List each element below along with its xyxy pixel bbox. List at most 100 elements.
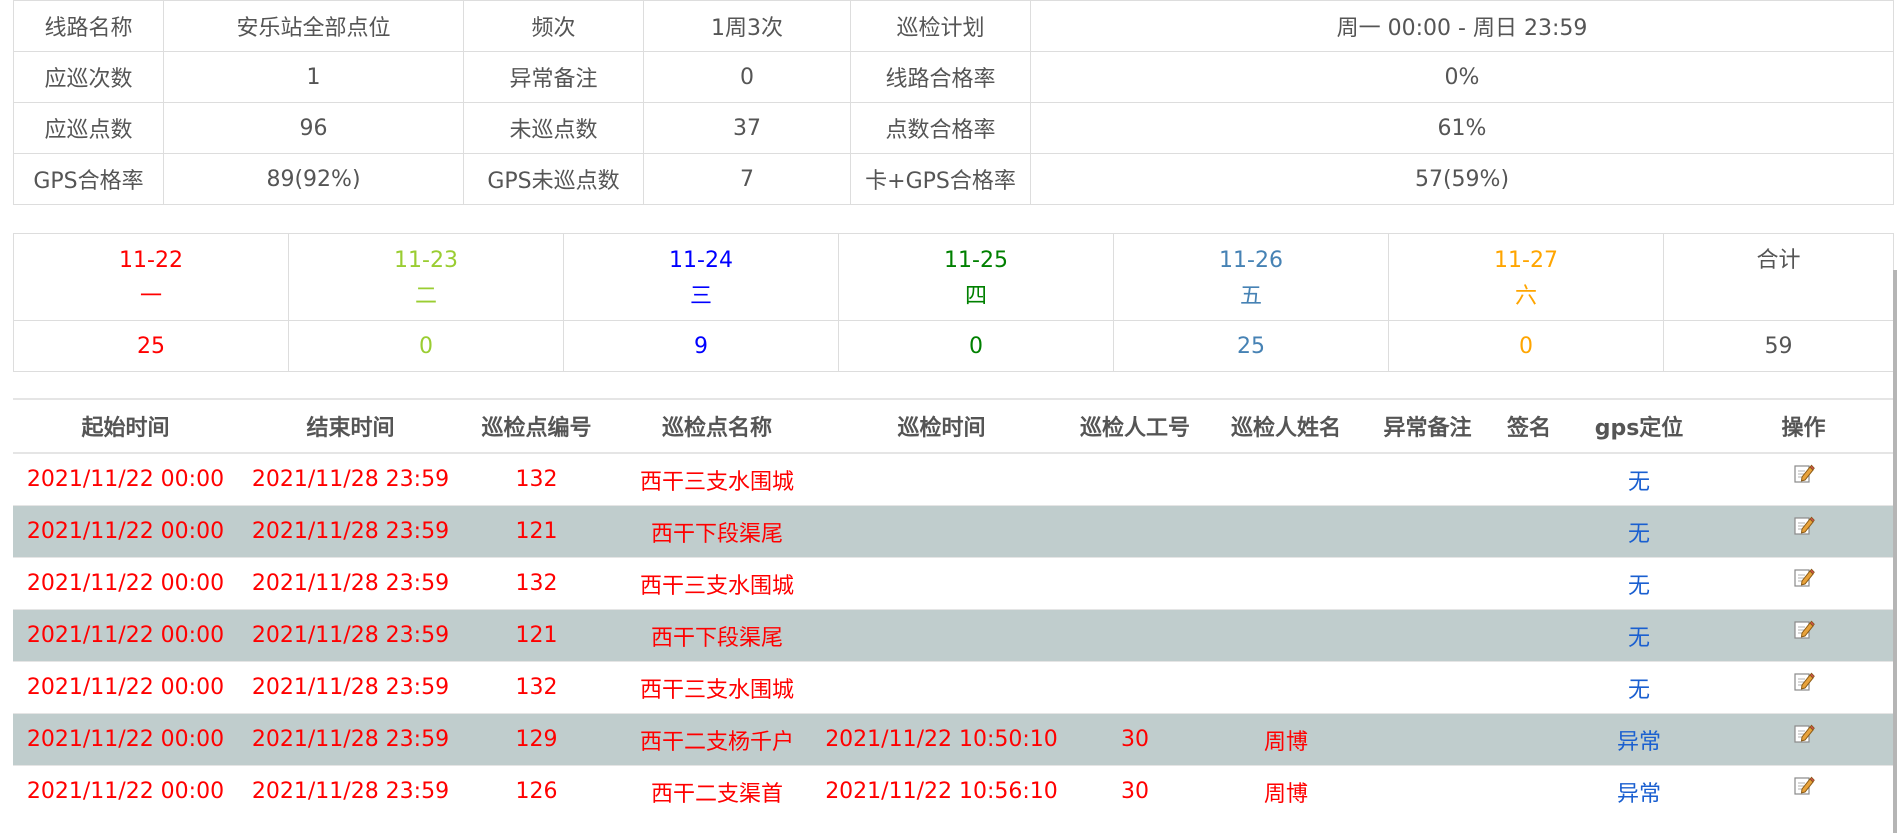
summary-label: 卡+GPS合格率 [850,153,1031,205]
summary-row: 应巡次数 1 异常备注 0 线路合格率 0% [13,51,1894,103]
summary-label: 频次 [463,0,644,52]
cell-inspection-time: 2021/11/22 10:50:10 [824,713,1059,766]
cell-inspection-time [824,661,1059,714]
cell-gps-status[interactable]: 无 [1564,609,1714,662]
day-cell: 11-26 五 [1113,233,1389,321]
summary-value: 0% [1030,51,1894,103]
cell-end-time: 2021/11/28 23:59 [238,713,463,766]
cell-signature [1494,505,1564,558]
cell-worker-number [1059,609,1211,662]
summary-row: GPS合格率 89(92%) GPS未巡点数 7 卡+GPS合格率 57(59%) [13,153,1894,205]
cell-worker-name [1211,505,1361,558]
summary-label: 线路名称 [13,0,164,52]
cell-action [1714,661,1893,714]
summary-value: 0 [643,51,851,103]
cell-end-time: 2021/11/28 23:59 [238,661,463,714]
cell-action [1714,713,1893,766]
day-count: 0 [838,320,1114,372]
cell-start-time: 2021/11/22 00:00 [13,609,238,662]
day-weekday: 一 [139,284,162,309]
total-label: 合计 [1756,248,1801,273]
day-count: 9 [563,320,839,372]
cell-action [1714,765,1893,817]
day-weekday: 五 [1239,284,1262,309]
cell-point-name: 西干二支渠首 [610,765,824,817]
cell-remark [1361,557,1494,610]
cell-gps-status[interactable]: 无 [1564,557,1714,610]
day-weekday: 六 [1514,284,1537,309]
cell-gps-status[interactable]: 无 [1564,452,1714,506]
day-cell: 11-22 一 [13,233,289,321]
cell-end-time: 2021/11/28 23:59 [238,452,463,506]
summary-value: 96 [163,102,464,154]
edit-icon[interactable] [1793,566,1815,588]
cell-worker-name: 周博 [1211,713,1361,766]
cell-inspection-time: 2021/11/22 10:56:10 [824,765,1059,817]
cell-worker-number: 30 [1059,765,1211,817]
scrollbar[interactable] [1893,270,1897,833]
cell-inspection-time [824,609,1059,662]
cell-start-time: 2021/11/22 00:00 [13,505,238,558]
summary-label: GPS未巡点数 [463,153,644,205]
cell-gps-status[interactable]: 异常 [1564,713,1714,766]
cell-gps-status[interactable]: 无 [1564,505,1714,558]
cell-signature [1494,557,1564,610]
column-header: 巡检点名称 [610,398,824,454]
cell-action [1714,557,1893,610]
summary-value: 57(59%) [1030,153,1894,205]
edit-icon[interactable] [1793,722,1815,744]
cell-signature [1494,661,1564,714]
cell-remark [1361,505,1494,558]
cell-start-time: 2021/11/22 00:00 [13,765,238,817]
day-date: 11-26 [1219,248,1283,273]
summary-value: 1 [163,51,464,103]
cell-signature [1494,765,1564,817]
summary-label: 应巡次数 [13,51,164,103]
column-header: 巡检人姓名 [1211,398,1361,454]
edit-icon[interactable] [1793,670,1815,692]
edit-icon[interactable] [1793,462,1815,484]
cell-remark [1361,609,1494,662]
day-weekday: 四 [964,284,987,309]
table-row: 2021/11/22 00:00 2021/11/28 23:59 129 西干二支杨… [13,713,1893,766]
daily-stats-table: 11-22 一 11-23 二 11-24 三 11-25 四 11-26 五 11-27 六 合计 2… [13,233,1894,372]
day-cell: 11-27 六 [1388,233,1664,321]
cell-worker-name [1211,557,1361,610]
edit-icon[interactable] [1793,514,1815,536]
cell-worker-number [1059,452,1211,506]
cell-end-time: 2021/11/28 23:59 [238,765,463,817]
cell-worker-name: 周博 [1211,765,1361,817]
cell-worker-name [1211,609,1361,662]
cell-worker-number [1059,661,1211,714]
table-row: 2021/11/22 00:00 2021/11/28 23:59 121 西干下段渠… [13,505,1893,558]
cell-end-time: 2021/11/28 23:59 [238,505,463,558]
inspection-records-table: 起始时间 结束时间 巡检点编号 巡检点名称 巡检时间 巡检人工号 巡检人姓名 异常备注 签名 gp… [13,398,1893,817]
cell-point-number: 121 [463,505,610,558]
day-date: 11-23 [394,248,458,273]
cell-worker-name [1211,661,1361,714]
cell-signature [1494,713,1564,766]
cell-point-name: 西干二支杨千户 [610,713,824,766]
edit-icon[interactable] [1793,774,1815,796]
table-row: 2021/11/22 00:00 2021/11/28 23:59 121 西干下段渠… [13,609,1893,662]
summary-value: 89(92%) [163,153,464,205]
summary-value: 周一 00:00 - 周日 23:59 [1030,0,1894,52]
cell-point-number: 132 [463,452,610,506]
cell-inspection-time [824,557,1059,610]
cell-action [1714,609,1893,662]
column-header: 巡检时间 [824,398,1059,454]
summary-label: 点数合格率 [850,102,1031,154]
edit-icon[interactable] [1793,618,1815,640]
day-weekday: 三 [689,284,712,309]
cell-gps-status[interactable]: 异常 [1564,765,1714,817]
cell-point-number: 132 [463,661,610,714]
day-count: 25 [1113,320,1389,372]
cell-action [1714,505,1893,558]
cell-remark [1361,765,1494,817]
cell-point-number: 126 [463,765,610,817]
cell-worker-number [1059,505,1211,558]
cell-start-time: 2021/11/22 00:00 [13,661,238,714]
summary-label: GPS合格率 [13,153,164,205]
summary-row: 线路名称 安乐站全部点位 频次 1周3次 巡检计划 周一 00:00 - 周日 23:59 [13,0,1894,52]
cell-gps-status[interactable]: 无 [1564,661,1714,714]
